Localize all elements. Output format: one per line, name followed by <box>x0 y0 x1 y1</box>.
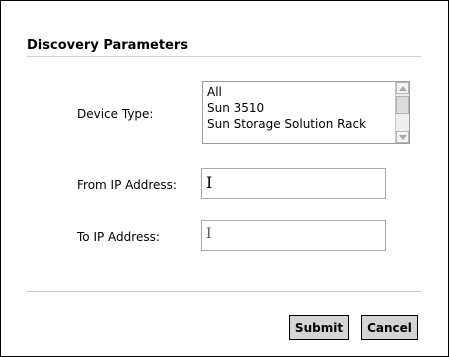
device-type-option-sun-3510[interactable]: Sun 3510 <box>207 100 366 116</box>
scroll-down-arrow-icon <box>399 135 407 140</box>
to-ip-input[interactable] <box>201 220 386 251</box>
scroll-thumb[interactable] <box>396 96 409 114</box>
device-type-scrollbar[interactable] <box>395 82 409 143</box>
device-type-label: Device Type: <box>77 107 154 121</box>
section-title: Discovery Parameters <box>27 38 189 53</box>
device-type-options: All Sun 3510 Sun Storage Solution Rack <box>207 84 366 132</box>
device-type-listbox[interactable]: All Sun 3510 Sun Storage Solution Rack <box>202 81 410 144</box>
device-type-option-all[interactable]: All <box>207 84 366 100</box>
footer-divider <box>27 291 421 292</box>
device-type-option-sun-storage-solution-rack[interactable]: Sun Storage Solution Rack <box>207 116 366 132</box>
scroll-up-button[interactable] <box>396 82 409 94</box>
scroll-down-button[interactable] <box>396 131 409 143</box>
title-divider <box>27 56 421 57</box>
from-ip-label: From IP Address: <box>77 178 177 192</box>
to-ip-label: To IP Address: <box>77 230 160 244</box>
submit-button[interactable]: Submit <box>289 315 349 340</box>
scroll-up-arrow-icon <box>399 86 407 91</box>
discovery-parameters-panel: Discovery Parameters Device Type: All Su… <box>0 0 449 357</box>
cancel-button[interactable]: Cancel <box>361 315 418 340</box>
from-ip-input[interactable] <box>201 168 386 199</box>
